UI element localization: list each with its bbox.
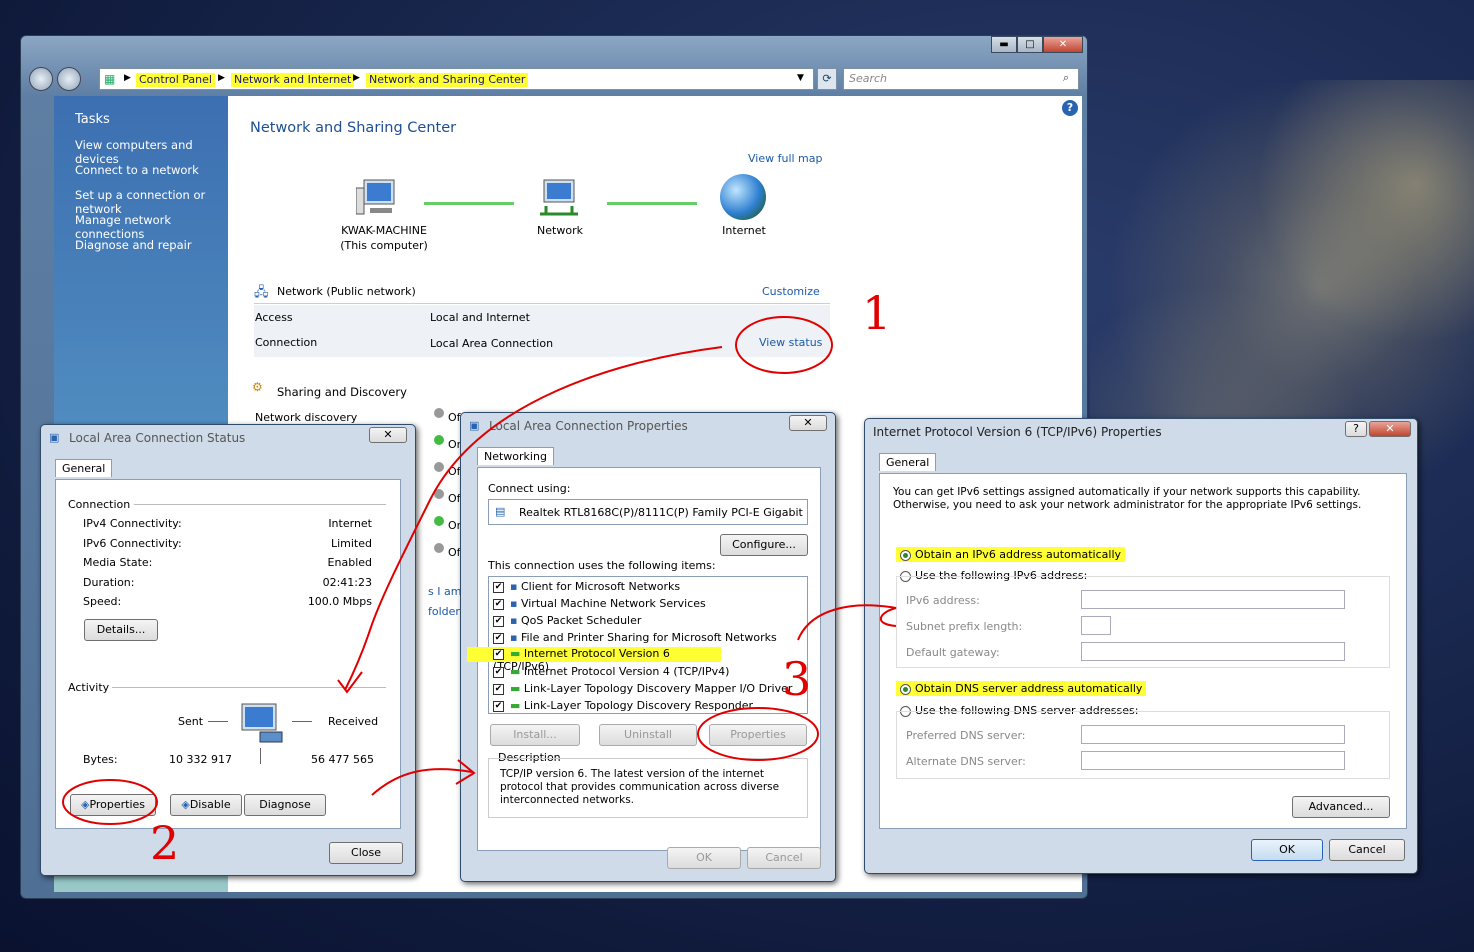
annotation-arrow-3 — [797, 604, 897, 641]
annotation-step-1: 1 — [862, 286, 892, 340]
annotation-step-3: 3 — [782, 652, 812, 706]
annotation-overlay — [62, 316, 897, 825]
annotation-step-2: 2 — [150, 816, 180, 870]
annotation-arrow-2 — [371, 759, 476, 796]
annotation-circle-properties — [62, 779, 158, 825]
annotation-circle-item-properties — [697, 707, 819, 761]
annotation-circle-view-status — [735, 316, 833, 374]
annotation-arrow-1 — [344, 346, 723, 691]
